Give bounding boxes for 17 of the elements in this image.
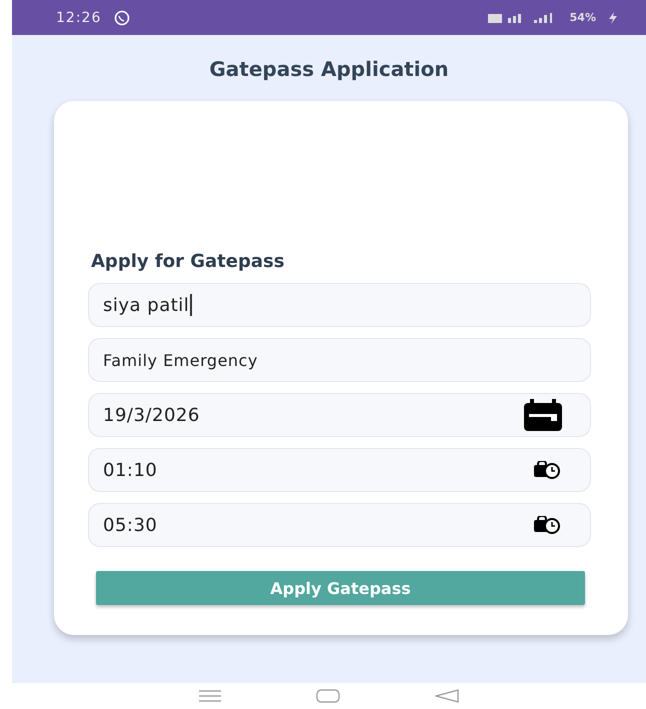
input-field[interactable]: siya patil: [88, 283, 591, 327]
back-icon[interactable]: [434, 689, 459, 703]
menu-icon[interactable]: [199, 690, 222, 702]
charging-icon: [608, 12, 618, 24]
home-icon[interactable]: [316, 689, 340, 703]
date-field[interactable]: 19/3/2026: [88, 393, 591, 437]
clock-icon[interactable]: [534, 461, 562, 479]
clock: 12:26: [56, 10, 102, 26]
input-field[interactable]: Family Emergency: [88, 338, 591, 382]
time-field[interactable]: 05:30: [88, 503, 591, 547]
calendar-icon[interactable]: [524, 399, 562, 431]
clock-icon[interactable]: [534, 516, 562, 534]
battery-level: 54%: [570, 11, 596, 24]
form-heading: Apply for Gatepass: [91, 251, 286, 272]
time-field[interactable]: 01:10: [88, 448, 591, 492]
page-title: Gatepass Application: [209, 57, 449, 81]
chat-icon: [113, 10, 132, 26]
